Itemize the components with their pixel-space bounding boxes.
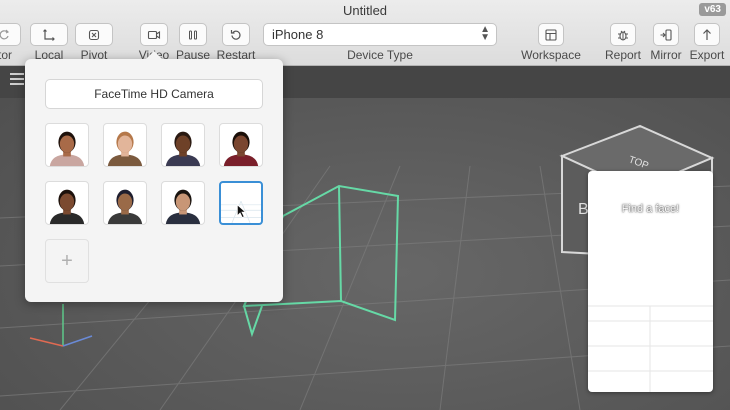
- window-title: Untitled: [342, 3, 388, 18]
- version-badge: v63: [699, 3, 726, 16]
- export-icon[interactable]: [694, 23, 720, 46]
- restart-icon[interactable]: [222, 23, 250, 46]
- device-select-value: iPhone 8: [272, 27, 324, 42]
- face-thumbnail[interactable]: [161, 123, 205, 167]
- face-thumbnail[interactable]: [103, 123, 147, 167]
- camera-source-button[interactable]: FaceTime HD Camera: [45, 79, 263, 109]
- mirror-icon[interactable]: [653, 23, 679, 46]
- device-preview-card[interactable]: Find a face!: [588, 171, 713, 392]
- mouse-cursor-icon: [237, 204, 247, 219]
- toolbar-item-report[interactable]: Report: [603, 23, 643, 62]
- toolbar-item-workspace[interactable]: Workspace: [520, 23, 582, 62]
- face-thumbnail[interactable]: [45, 123, 89, 167]
- preview-grid: [588, 305, 713, 392]
- toolbar-label: Workspace: [521, 48, 581, 62]
- empty-face-slot[interactable]: [219, 181, 263, 225]
- toolbar-label: Export: [689, 48, 725, 62]
- grid-placeholder-icon: [221, 201, 261, 223]
- axes-icon[interactable]: [30, 23, 68, 46]
- workspace-icon[interactable]: [538, 23, 564, 46]
- video-icon[interactable]: [140, 23, 168, 46]
- face-thumbnail[interactable]: [103, 181, 147, 225]
- toolbar-item-pivot[interactable]: Pivot: [74, 23, 114, 62]
- device-type-select[interactable]: iPhone 8 ▲ ▼: [263, 23, 497, 46]
- toolbar-item-local[interactable]: Local: [29, 23, 69, 62]
- toolbar-label: Report: [604, 48, 642, 62]
- toolbar: Untitled v63 tor Local Pivot Video Pause: [0, 0, 730, 66]
- toolbar-item-tor[interactable]: tor: [0, 23, 22, 62]
- toolbar-item-restart[interactable]: Restart: [216, 23, 256, 62]
- updown-chevron-icon: ▲ ▼: [480, 24, 490, 43]
- device-type-label: Device Type: [347, 48, 413, 62]
- pivot-icon[interactable]: [75, 23, 113, 46]
- pause-icon[interactable]: [179, 23, 207, 46]
- toolbar-item-pause[interactable]: Pause: [176, 23, 210, 62]
- face-picker-popover: FaceTime HD Camera +: [25, 51, 283, 302]
- refresh-icon[interactable]: [0, 23, 21, 46]
- toolbar-item-mirror[interactable]: Mirror: [648, 23, 684, 62]
- add-face-button[interactable]: +: [45, 239, 89, 283]
- toolbar-label: tor: [0, 48, 12, 62]
- toolbar-item-export[interactable]: Export: [688, 23, 726, 62]
- bug-icon[interactable]: [610, 23, 636, 46]
- face-thumbnail[interactable]: [161, 181, 205, 225]
- face-thumbnail[interactable]: [219, 123, 263, 167]
- toolbar-label: Mirror: [650, 48, 682, 62]
- face-thumbnail[interactable]: [45, 181, 89, 225]
